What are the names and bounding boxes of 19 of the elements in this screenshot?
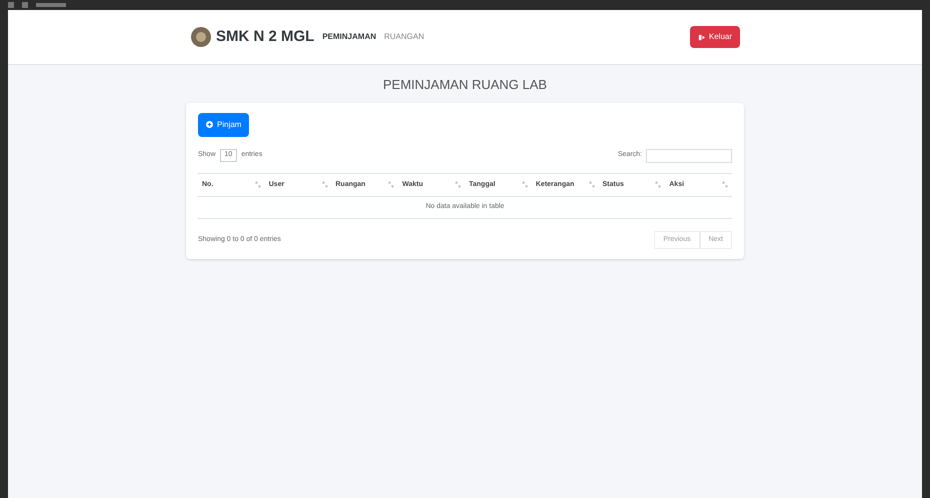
search-field[interactable] [646, 148, 732, 162]
sort-icon [455, 181, 461, 188]
nav-link[interactable]: PEMINJAMAN [322, 31, 376, 43]
sort-icon [722, 181, 728, 188]
sort-icon [322, 181, 328, 188]
logout-icon [698, 34, 705, 40]
nav-link[interactable]: RUANGAN [384, 31, 424, 43]
logout-button[interactable]: Keluar [690, 26, 740, 48]
plus-icon [206, 121, 213, 128]
sort-icon [588, 181, 594, 188]
sort-icon [655, 181, 662, 188]
school-emblem-icon [190, 26, 212, 48]
toolbar-icons-drawing [8, 2, 68, 8]
sort-icon [254, 181, 261, 188]
add-button[interactable]: Pinjam [198, 112, 250, 136]
sort-icon [522, 181, 528, 188]
brand-name: SMK N 2 MGL [216, 26, 314, 47]
page-title: PEMINJAMAN RUANG LAB [383, 76, 547, 94]
sort-icon [388, 181, 394, 188]
